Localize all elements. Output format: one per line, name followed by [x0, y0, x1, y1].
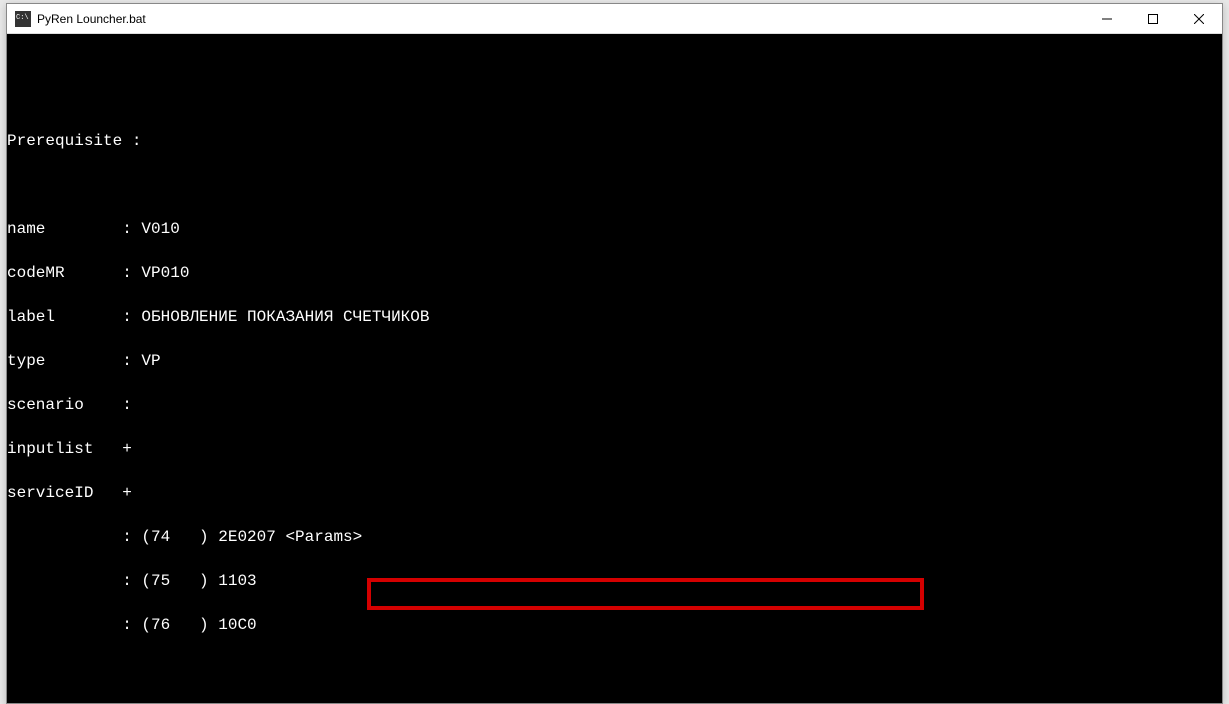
field-serviceid: serviceID +	[7, 482, 1222, 504]
minimize-icon	[1102, 14, 1112, 24]
prereq-header: Prerequisite :	[7, 130, 1222, 152]
field-name: name : V010	[7, 218, 1222, 240]
app-window: PyRen Louncher.bat Prerequisite : name :…	[6, 3, 1223, 704]
service-line: : (74 ) 2E0207 <Params>	[7, 526, 1222, 548]
terminal[interactable]: Prerequisite : name : V010 codeMR : VP01…	[7, 34, 1222, 703]
service-line: : (75 ) 1103	[7, 570, 1222, 592]
close-icon	[1194, 14, 1204, 24]
field-type: type : VP	[7, 350, 1222, 372]
titlebar[interactable]: PyRen Louncher.bat	[7, 4, 1222, 34]
minimize-button[interactable]	[1084, 4, 1130, 34]
close-button[interactable]	[1176, 4, 1222, 34]
maximize-button[interactable]	[1130, 4, 1176, 34]
service-line: : (76 ) 10C0	[7, 614, 1222, 636]
maximize-icon	[1148, 14, 1158, 24]
field-scenario: scenario :	[7, 394, 1222, 416]
field-inputlist: inputlist +	[7, 438, 1222, 460]
cmd-icon	[15, 11, 31, 27]
field-codemr: codeMR : VP010	[7, 262, 1222, 284]
terminal-content: Prerequisite : name : V010 codeMR : VP01…	[7, 78, 1222, 703]
field-label: label : ОБНОВЛЕНИЕ ПОКАЗАНИЯ СЧЕТЧИКОВ	[7, 306, 1222, 328]
window-title: PyRen Louncher.bat	[37, 12, 1084, 26]
